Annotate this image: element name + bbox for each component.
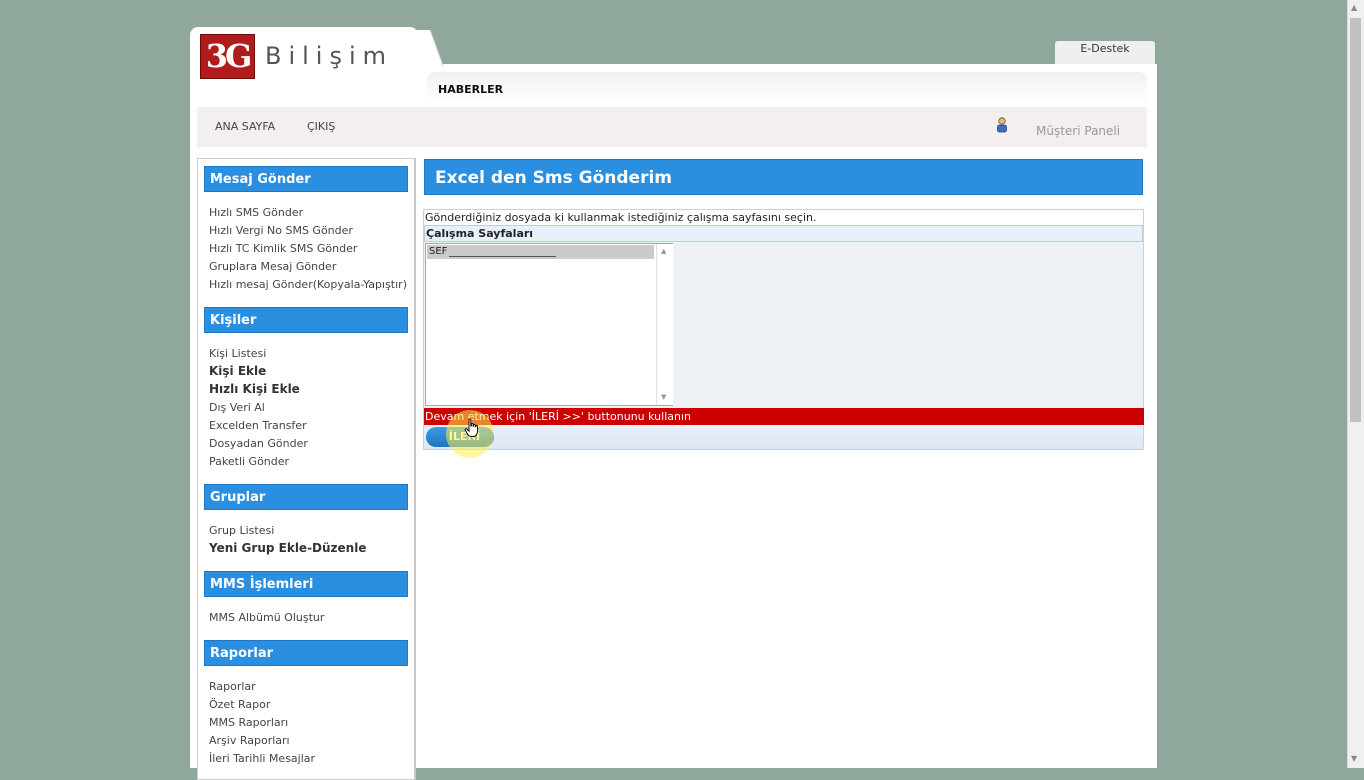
sidebar-item-gruplara-mesaj[interactable]: Gruplara Mesaj Gönder <box>209 260 336 273</box>
sidebar-section-kisiler: Kişiler <box>204 307 408 333</box>
sidebar-item-yeni-grup[interactable]: Yeni Grup Ekle-Düzenle <box>209 541 366 555</box>
scroll-up-icon[interactable]: ▲ <box>1351 3 1357 12</box>
instruction-text: Gönderdiğiniz dosyada ki kullanmak isted… <box>425 211 817 224</box>
sheet-option[interactable]: SEF <box>427 245 654 259</box>
sidebar-item-kisi-ekle[interactable]: Kişi Ekle <box>209 364 266 378</box>
sheet-option-label: SEF <box>429 246 448 257</box>
sidebar-section-gruplar: Gruplar <box>204 484 408 510</box>
sidebar-section-mesaj-gonder: Mesaj Gönder <box>204 166 408 192</box>
logo-mark[interactable]: 3G <box>200 34 255 79</box>
customer-panel-link[interactable]: Müşteri Paneli <box>1036 124 1120 138</box>
scrollbar-thumb[interactable] <box>1350 18 1361 422</box>
sidebar-item-dosyadan-gonder[interactable]: Dosyadan Gönder <box>209 437 308 450</box>
button-row <box>424 425 1143 449</box>
sidebar-item-mms-raporlari[interactable]: MMS Raporları <box>209 716 288 729</box>
sidebar-item-kisi-listesi[interactable]: Kişi Listesi <box>209 347 266 360</box>
sidebar-item-grup-listesi[interactable]: Grup Listesi <box>209 524 274 537</box>
page-title: Excel den Sms Gönderim <box>424 159 1143 195</box>
listbox-scroll-up-icon[interactable]: ▲ <box>661 247 666 255</box>
sidebar-item-tc-kimlik-sms[interactable]: Hızlı TC Kimlik SMS Gönder <box>209 242 357 255</box>
news-bar <box>427 72 1147 104</box>
sidebar-item-ileri-tarihli[interactable]: İleri Tarihli Mesajlar <box>209 752 315 765</box>
scroll-down-icon[interactable]: ▼ <box>1351 754 1357 763</box>
logo-text: Bilişim <box>265 42 394 70</box>
sidebar-item-mms-album[interactable]: MMS Albümü Oluştur <box>209 611 324 624</box>
sidebar-item-raporlar[interactable]: Raporlar <box>209 680 256 693</box>
sheets-header: Çalışma Sayfaları <box>424 225 1143 242</box>
sidebar-item-dis-veri-al[interactable]: Dış Veri Al <box>209 401 265 414</box>
user-icon[interactable] <box>996 117 1008 133</box>
sidebar-section-raporlar: Raporlar <box>204 640 408 666</box>
sidebar-item-paketli-gonder[interactable]: Paketli Gönder <box>209 455 289 468</box>
news-label[interactable]: HABERLER <box>438 83 503 96</box>
listbox-scroll-down-icon[interactable]: ▼ <box>661 393 666 401</box>
listbox-scrollbar[interactable]: ▲ ▼ <box>656 244 673 405</box>
sidebar-item-arsiv-raporlari[interactable]: Arşiv Raporları <box>209 734 290 747</box>
sidebar-item-ozet-rapor[interactable]: Özet Rapor <box>209 698 270 711</box>
sidebar-item-vergi-no-sms[interactable]: Hızlı Vergi No SMS Gönder <box>209 224 353 237</box>
sidebar-item-kopyala-yapistir[interactable]: Hızlı mesaj Gönder(Kopyala-Yapıştır) <box>209 278 407 291</box>
next-button[interactable]: İLERİ <box>426 427 494 447</box>
nav-logout[interactable]: ÇIKIŞ <box>307 120 335 133</box>
sidebar-item-hizli-kisi-ekle[interactable]: Hızlı Kişi Ekle <box>209 382 300 396</box>
logo-page-tabs <box>403 30 444 66</box>
sidebar-item-hizli-sms[interactable]: Hızlı SMS Gönder <box>209 206 303 219</box>
sidebar-item-excelden-transfer[interactable]: Excelden Transfer <box>209 419 307 432</box>
warning-message: Devam etmek için 'İLERİ >>' buttonunu ku… <box>424 408 1144 425</box>
tab-e-destek[interactable]: E-Destek <box>1055 41 1155 64</box>
nav-home[interactable]: ANA SAYFA <box>215 120 275 133</box>
sheet-listbox[interactable] <box>425 243 673 406</box>
page-scrollbar[interactable]: ▲ ▼ <box>1347 0 1364 768</box>
sidebar-section-mms: MMS İşlemleri <box>204 571 408 597</box>
